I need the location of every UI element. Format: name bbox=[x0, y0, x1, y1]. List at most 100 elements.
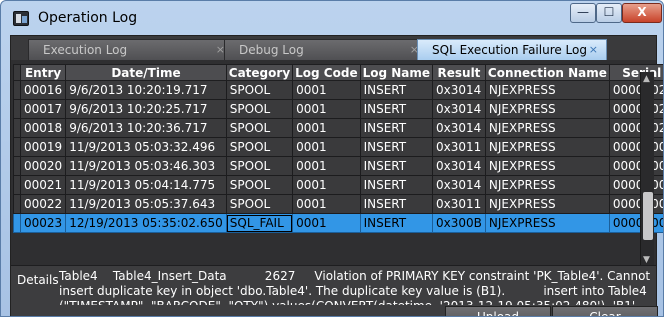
cell-category[interactable]: SPOOL bbox=[225, 137, 294, 157]
cell-serial-id[interactable]: 0000000002 bbox=[608, 137, 663, 157]
row-header[interactable] bbox=[13, 156, 21, 176]
cell-entry[interactable]: 00019 bbox=[19, 137, 67, 157]
table-row[interactable]: 00016 9/6/2013 10:20:19.717 SPOOL 0001 INSER… bbox=[13, 80, 663, 100]
cell-entry[interactable]: 00020 bbox=[19, 156, 67, 176]
cell-category[interactable]: SPOOL bbox=[225, 194, 294, 214]
row-header[interactable] bbox=[13, 194, 21, 214]
cell-log-code[interactable]: 0001 bbox=[292, 80, 361, 100]
cell-datetime[interactable]: 11/9/2013 05:03:46.303 bbox=[65, 156, 227, 176]
cell-connection-name[interactable]: NJEXPRESS bbox=[484, 194, 610, 214]
cell-log-name[interactable]: INSERT bbox=[359, 99, 434, 119]
cell-serial-id[interactable]: 0000002595 bbox=[608, 99, 663, 119]
cell-log-name[interactable]: INSERT bbox=[359, 213, 434, 233]
cell-log-code[interactable]: 0001 bbox=[292, 99, 361, 119]
cell-result[interactable]: 0x300B bbox=[432, 213, 486, 233]
clear-button[interactable]: Clear bbox=[552, 306, 658, 316]
cell-entry[interactable]: 00016 bbox=[19, 80, 67, 100]
cell-datetime[interactable]: 9/6/2013 10:20:36.717 bbox=[65, 118, 227, 138]
cell-log-code[interactable]: 0001 bbox=[292, 213, 361, 233]
vertical-scrollbar[interactable]: ▲ ▼ bbox=[640, 72, 654, 267]
cell-category[interactable]: SPOOL bbox=[225, 175, 294, 195]
column-header-connection-name[interactable]: Connection Name bbox=[484, 64, 610, 81]
row-header[interactable] bbox=[13, 213, 21, 233]
cell-log-name[interactable]: INSERT bbox=[359, 137, 434, 157]
close-button[interactable]: X bbox=[622, 3, 662, 23]
cell-log-name[interactable]: INSERT bbox=[359, 80, 434, 100]
cell-result[interactable]: 0x3014 bbox=[432, 80, 486, 100]
cell-connection-name[interactable]: NJEXPRESS bbox=[484, 80, 610, 100]
title-bar[interactable]: Operation Log — ☐ X bbox=[1, 1, 663, 35]
maximize-button[interactable]: ☐ bbox=[596, 3, 622, 23]
cell-connection-name[interactable]: NJEXPRESS bbox=[484, 99, 610, 119]
cell-connection-name[interactable]: NJEXPRESS bbox=[484, 118, 610, 138]
cell-connection-name[interactable]: NJEXPRESS bbox=[484, 213, 610, 233]
table-row[interactable]: 00023 12/19/2013 05:35:02.650 SQL_FAIL 0001… bbox=[13, 213, 663, 233]
cell-datetime[interactable]: 11/9/2013 05:03:32.496 bbox=[65, 137, 227, 157]
cell-serial-id[interactable]: 0000002594 bbox=[608, 80, 663, 100]
row-header[interactable] bbox=[13, 137, 21, 157]
table-row[interactable]: 00017 9/6/2013 10:20:25.717 SPOOL 0001 INSER… bbox=[13, 99, 663, 119]
cell-result[interactable]: 0x3011 bbox=[432, 137, 486, 157]
cell-log-code[interactable]: 0001 bbox=[292, 118, 361, 138]
cell-category[interactable]: SPOOL bbox=[225, 156, 294, 176]
upload-button[interactable]: Upload bbox=[445, 306, 551, 316]
column-header-log-code[interactable]: Log Code bbox=[292, 64, 361, 81]
cell-entry[interactable]: 00018 bbox=[19, 118, 67, 138]
cell-log-code[interactable]: 0001 bbox=[292, 137, 361, 157]
cell-serial-id[interactable]: 0000000004 bbox=[608, 175, 663, 195]
row-header[interactable] bbox=[13, 118, 21, 138]
cell-log-name[interactable]: INSERT bbox=[359, 194, 434, 214]
cell-serial-id[interactable]: 0000000005 bbox=[608, 194, 663, 214]
tab-sql-execution-failure-log[interactable]: SQL Execution Failure Log × bbox=[417, 39, 607, 60]
cell-entry[interactable]: 00023 bbox=[19, 213, 67, 233]
cell-log-code[interactable]: 0001 bbox=[292, 156, 361, 176]
cell-entry[interactable]: 00022 bbox=[19, 194, 67, 214]
tab-execution-log[interactable]: Execution Log × bbox=[28, 39, 234, 60]
cell-category[interactable]: SQL_FAIL bbox=[225, 213, 294, 233]
table-row[interactable]: 00020 11/9/2013 05:03:46.303 SPOOL 0001 INSE… bbox=[13, 156, 663, 176]
cell-datetime[interactable]: 11/9/2013 05:05:37.643 bbox=[65, 194, 227, 214]
column-header-result[interactable]: Result bbox=[432, 64, 486, 81]
cell-category[interactable]: SPOOL bbox=[225, 80, 294, 100]
row-header[interactable] bbox=[13, 175, 21, 195]
cell-connection-name[interactable]: NJEXPRESS bbox=[484, 137, 610, 157]
cell-serial-id[interactable]: 0000000002 bbox=[608, 213, 663, 233]
cell-result[interactable]: 0x3014 bbox=[432, 99, 486, 119]
row-header[interactable] bbox=[13, 80, 21, 100]
cell-datetime[interactable]: 9/6/2013 10:20:25.717 bbox=[65, 99, 227, 119]
cell-result[interactable]: 0x3014 bbox=[432, 175, 486, 195]
cell-datetime[interactable]: 12/19/2013 05:35:02.650 bbox=[65, 213, 227, 233]
cell-entry[interactable]: 00017 bbox=[19, 99, 67, 119]
cell-datetime[interactable]: 11/9/2013 05:04:14.775 bbox=[65, 175, 227, 195]
tab-debug-log[interactable]: Debug Log × bbox=[224, 39, 428, 60]
cell-log-code[interactable]: 0001 bbox=[292, 194, 361, 214]
cell-entry[interactable]: 00021 bbox=[19, 175, 67, 195]
cell-log-name[interactable]: INSERT bbox=[359, 175, 434, 195]
close-icon[interactable]: × bbox=[589, 40, 598, 60]
table-row[interactable]: 00022 11/9/2013 05:05:37.643 SPOOL 0001 INSE… bbox=[13, 194, 663, 214]
scroll-down-icon[interactable]: ▼ bbox=[643, 255, 650, 265]
cell-serial-id[interactable]: 0000002596 bbox=[608, 118, 663, 138]
cell-log-name[interactable]: INSERT bbox=[359, 118, 434, 138]
table-row[interactable]: 00018 9/6/2013 10:20:36.717 SPOOL 0001 INSER… bbox=[13, 118, 663, 138]
row-header[interactable] bbox=[13, 99, 21, 119]
column-header-datetime[interactable]: Date/Time bbox=[65, 64, 227, 81]
minimize-button[interactable]: — bbox=[570, 3, 596, 23]
cell-result[interactable]: 0x3014 bbox=[432, 156, 486, 176]
column-header-category[interactable]: Category bbox=[225, 64, 294, 81]
cell-category[interactable]: SPOOL bbox=[225, 99, 294, 119]
cell-log-name[interactable]: INSERT bbox=[359, 156, 434, 176]
column-header-serial-id[interactable]: Serial ID bbox=[608, 64, 663, 81]
cell-connection-name[interactable]: NJEXPRESS bbox=[484, 156, 610, 176]
cell-connection-name[interactable]: NJEXPRESS bbox=[484, 175, 610, 195]
scroll-up-icon[interactable]: ▲ bbox=[643, 74, 650, 84]
cell-result[interactable]: 0x3011 bbox=[432, 194, 486, 214]
cell-serial-id[interactable]: 0000000003 bbox=[608, 156, 663, 176]
cell-category[interactable]: SPOOL bbox=[225, 118, 294, 138]
table-row[interactable]: 00021 11/9/2013 05:04:14.775 SPOOL 0001 INSE… bbox=[13, 175, 663, 195]
table-row[interactable]: 00019 11/9/2013 05:03:32.496 SPOOL 0001 INSE… bbox=[13, 137, 663, 157]
cell-datetime[interactable]: 9/6/2013 10:20:19.717 bbox=[65, 80, 227, 100]
cell-result[interactable]: 0x3014 bbox=[432, 118, 486, 138]
scroll-thumb[interactable] bbox=[643, 192, 653, 240]
column-header-entry[interactable]: Entry bbox=[19, 64, 67, 81]
